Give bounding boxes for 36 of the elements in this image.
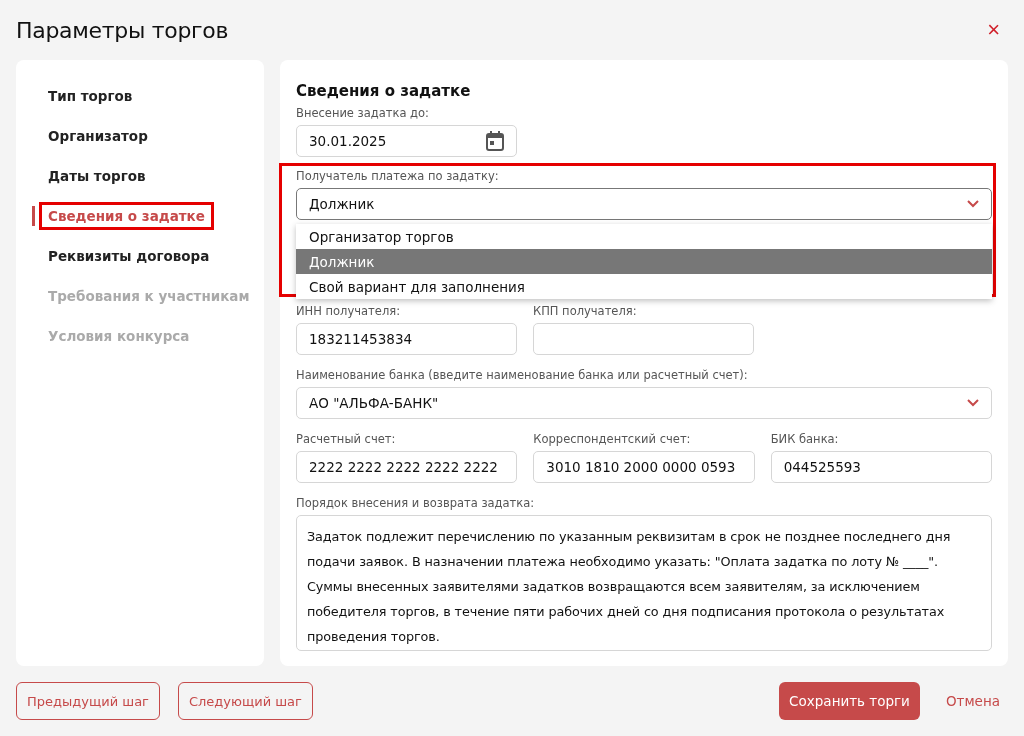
calendar-icon[interactable] [486, 131, 504, 151]
bik-field[interactable]: 044525593 [770, 451, 992, 483]
sidebar-item[interactable]: Сведения о задатке [39, 202, 214, 230]
sidebar-item[interactable]: Организатор [39, 122, 157, 150]
close-button[interactable]: × [979, 17, 1008, 43]
sidebar-item[interactable]: Даты торгов [39, 162, 155, 190]
bank-select[interactable]: АО "АЛЬФА-БАНК" [296, 387, 992, 419]
field-label: Наименование банка (введите наименование банка или расчетный счет): [296, 368, 749, 382]
field-label: Расчетный счет: [296, 432, 397, 446]
field-label: КПП получателя: [533, 304, 638, 318]
field-label: БИК банка: [770, 432, 840, 446]
field-label: ИНН получателя: [296, 304, 402, 318]
procedure-textarea[interactable]: Задаток подлежит перечислению по указанным реквизитам в срок не позднее последнего дня подачи заявок. В назначении платежа необходимо указать: "Оплата задатка по лоту № ____". Суммы внесенных заявителями задатков возвращаются всем заявителям, за исключением победителя торгов, в течение пяти рабочих дней со дня подписания протокола о результатах проведения торгов. [296, 515, 992, 651]
chevron-down-icon [967, 200, 979, 208]
field-label: Внесение задатка до: [296, 106, 430, 120]
sidebar-item[interactable]: Реквизиты договора [39, 242, 219, 270]
date-field[interactable]: 30.01.2025 [296, 125, 517, 157]
field-label: Корреспондентский счет: [533, 432, 692, 446]
save-button[interactable]: Сохранить торги [779, 682, 920, 720]
previous-step-button[interactable]: Предыдущий шаг [16, 682, 160, 720]
account-field[interactable]: 2222 2222 2222 2222 2222 [296, 451, 518, 483]
field-label: Порядок внесения и возврата задатка: [296, 496, 536, 510]
next-step-button[interactable]: Следующий шаг [177, 682, 313, 720]
section-heading: Сведения о задатке [296, 82, 472, 100]
dropdown-option[interactable]: Должник [296, 249, 992, 274]
inn-field[interactable]: 183211453834 [296, 323, 517, 355]
kpp-field[interactable] [533, 323, 754, 355]
field-label: Получатель платежа по задатку: [296, 169, 500, 183]
chevron-down-icon [967, 399, 979, 407]
recipient-select[interactable]: Должник [296, 188, 992, 220]
cancel-link[interactable]: Отмена [937, 693, 1008, 709]
dropdown-option[interactable]: Свой вариант для заполнения [296, 274, 992, 299]
window-title: Параметры торгов [16, 17, 229, 43]
corr-account-field[interactable]: 3010 1810 2000 0000 0593 [533, 451, 755, 483]
dropdown-option[interactable]: Организатор торгов [296, 224, 992, 249]
sidebar-item[interactable]: Тип торгов [39, 82, 142, 110]
